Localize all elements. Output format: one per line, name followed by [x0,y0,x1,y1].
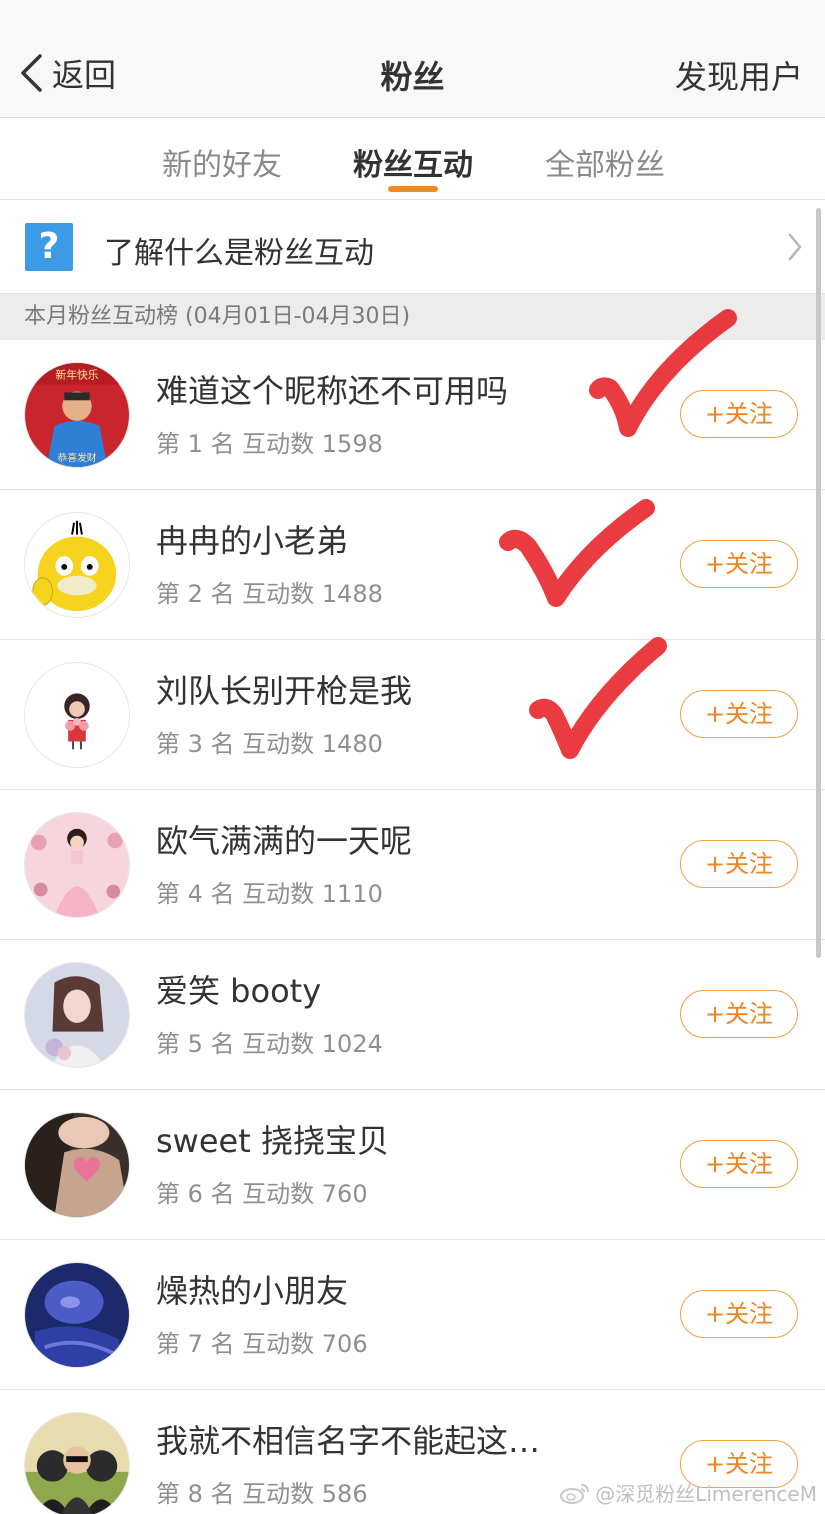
tab-all-fans[interactable]: 全部粉丝 [545,140,665,184]
fan-rank-stats: 第 4 名 互动数 1110 [156,880,383,908]
fan-name: 我就不相信名字不能起这… [156,1422,541,1460]
follow-button[interactable]: +关注 [680,1290,798,1338]
tab-new-friends[interactable]: 新的好友 [162,140,282,184]
follow-button[interactable]: +关注 [680,990,798,1038]
learn-fan-interaction-row[interactable]: ? 了解什么是粉丝互动 [0,200,825,294]
list-item[interactable]: 欧气满满的一天呢 第 4 名 互动数 1110 +关注 [0,790,825,940]
svg-text:恭喜发财: 恭喜发财 [57,451,96,464]
fan-rank-stats: 第 1 名 互动数 1598 [156,430,383,458]
tab-bar: 新的好友 粉丝互动 全部粉丝 [0,118,825,200]
avatar[interactable] [24,1262,130,1368]
active-tab-indicator [388,186,438,192]
follow-button[interactable]: +关注 [680,690,798,738]
red-check-mark-icon [589,309,737,437]
follow-button[interactable]: +关注 [680,540,798,588]
fan-name: 难道这个昵称还不可用吗 [156,372,509,410]
avatar[interactable] [24,662,130,768]
follow-button[interactable]: +关注 [680,840,798,888]
fan-rank-stats: 第 2 名 互动数 1488 [156,580,383,608]
svg-text:新年快乐: 新年快乐 [55,369,98,382]
avatar[interactable] [24,812,130,918]
list-item[interactable]: 爱笑 booty 第 5 名 互动数 1024 +关注 [0,940,825,1090]
fan-rank-stats: 第 8 名 互动数 586 [156,1480,368,1508]
fan-rank-stats: 第 5 名 互动数 1024 [156,1030,383,1058]
fan-name: 爱笑 booty [156,972,322,1010]
watermark-text: @深觅粉丝LimerenceM [595,1482,817,1506]
avatar[interactable] [24,1412,130,1514]
fan-name: 刘队长别开枪是我 [156,672,413,710]
red-check-mark-icon [529,637,667,759]
learn-fan-interaction-label: 了解什么是粉丝互动 [104,236,374,271]
question-icon: ? [25,223,73,271]
avatar[interactable] [24,1112,130,1218]
list-item[interactable]: 刘队长别开枪是我 第 3 名 互动数 1480 +关注 [0,640,825,790]
navigation-bar: 返回 粉丝 发现用户 [0,0,825,118]
red-check-mark-icon [499,499,655,607]
avatar[interactable] [24,962,130,1068]
fan-name: 冉冉的小老弟 [156,522,349,560]
weibo-logo-icon [560,1483,590,1504]
list-item[interactable]: sweet 挠挠宝贝 第 6 名 互动数 760 +关注 [0,1090,825,1240]
fan-rank-stats: 第 3 名 互动数 1480 [156,730,383,758]
tab-fan-interaction[interactable]: 粉丝互动 [353,140,473,184]
fan-rank-stats: 第 7 名 互动数 706 [156,1330,368,1358]
chevron-right-icon [788,233,802,261]
list-item[interactable]: 冉冉的小老弟 第 2 名 互动数 1488 +关注 [0,490,825,640]
avatar[interactable]: 新年快乐 恭喜发财 [24,362,130,468]
fan-ranking-list: 新年快乐 恭喜发财 难道这个昵称还不可用吗 第 1 名 互动数 1598 +关注 [0,340,825,1514]
fan-rank-stats: 第 6 名 互动数 760 [156,1180,368,1208]
watermark: @深觅粉丝LimerenceM [559,1478,817,1507]
avatar[interactable] [24,512,130,618]
scrollbar[interactable] [816,208,821,958]
list-item[interactable]: 燥热的小朋友 第 7 名 互动数 706 +关注 [0,1240,825,1390]
fan-name: 欧气满满的一天呢 [156,822,413,860]
discover-users-button[interactable]: 发现用户 [675,52,803,98]
fan-name: 燥热的小朋友 [156,1272,349,1310]
fan-name: sweet 挠挠宝贝 [156,1122,389,1160]
follow-button[interactable]: +关注 [680,1140,798,1188]
